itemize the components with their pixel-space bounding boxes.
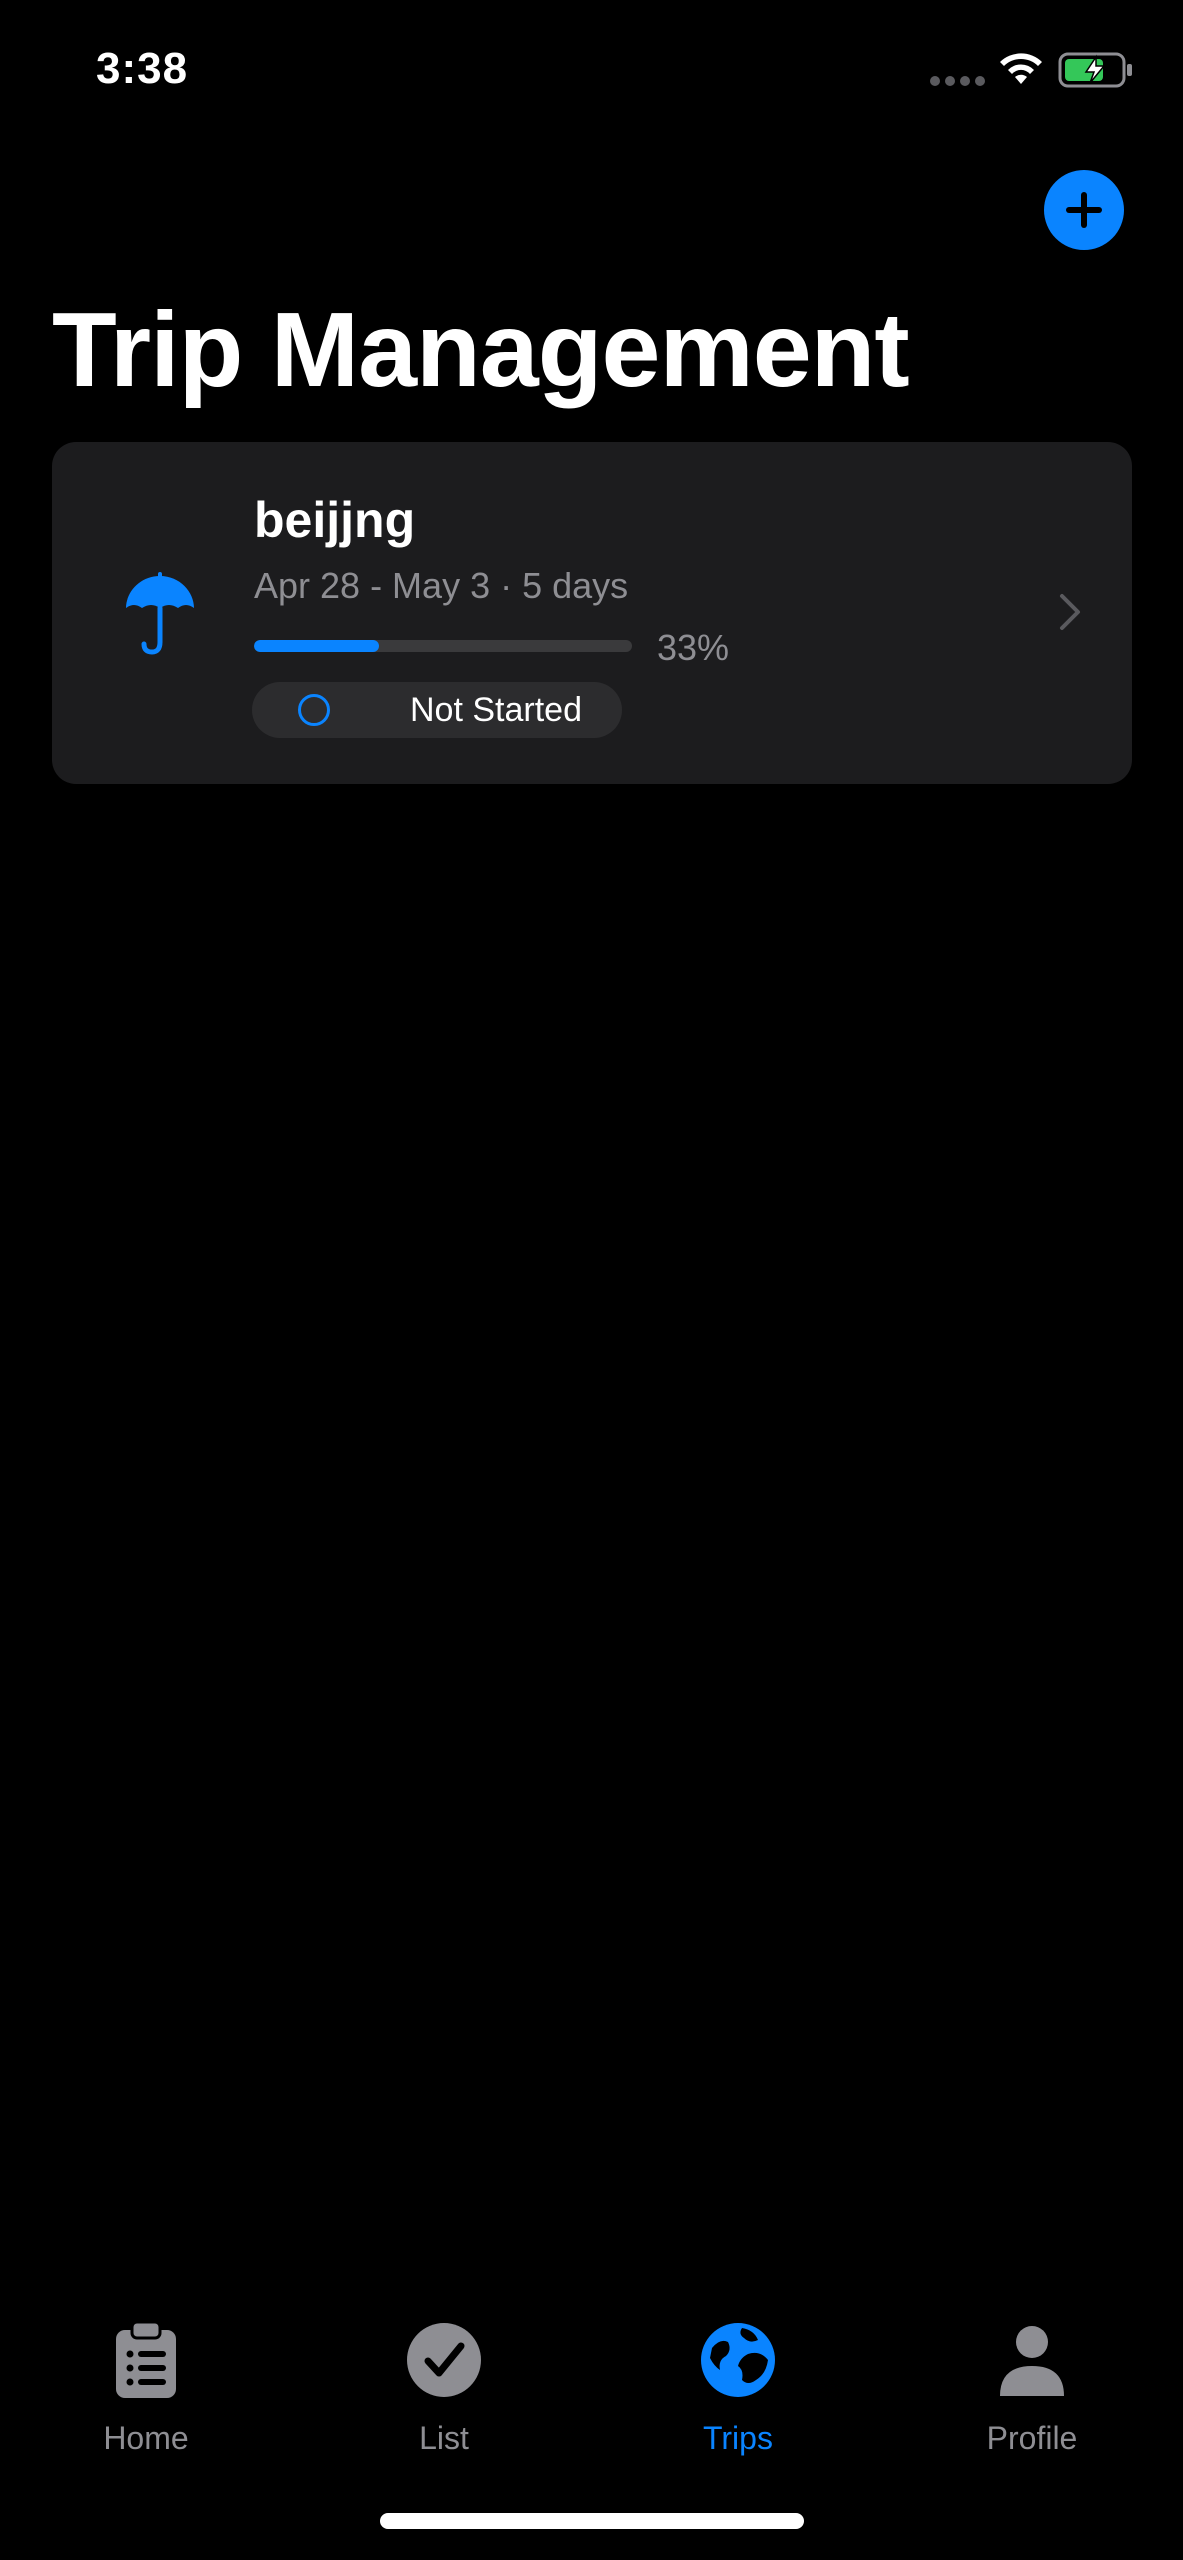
trip-management-screen: 3:38 Trip Management beijjng Apr 28 - Ma…	[0, 0, 1183, 2560]
trip-progress-bar	[254, 640, 632, 652]
trip-card[interactable]: beijjng Apr 28 - May 3 · 5 days 33% Not …	[52, 442, 1132, 784]
add-trip-button[interactable]	[1044, 170, 1124, 250]
tab-trips-label: Trips	[703, 2420, 773, 2456]
tab-bar: Home List Trips Profile	[0, 2300, 1183, 2480]
globe-icon	[701, 2323, 775, 2397]
tab-home-label: Home	[103, 2420, 189, 2456]
tab-list[interactable]: List	[344, 2300, 544, 2480]
status-badge: Not Started	[252, 682, 622, 738]
status-label: Not Started	[410, 691, 582, 729]
status-circle-icon	[298, 694, 330, 726]
person-icon	[1000, 2326, 1064, 2396]
home-indicator[interactable]	[380, 2513, 804, 2529]
status-time: 3:38	[96, 44, 189, 93]
wifi-icon	[1000, 53, 1042, 84]
tab-profile[interactable]: Profile	[932, 2300, 1132, 2480]
tab-profile-label: Profile	[986, 2420, 1078, 2456]
page-title: Trip Management	[52, 291, 910, 409]
trip-progress-label: 33%	[657, 627, 730, 668]
cellular-signal-icon	[930, 76, 985, 86]
trip-name: beijjng	[254, 492, 416, 548]
trip-dates: Apr 28 - May 3 · 5 days	[254, 565, 629, 606]
umbrella-icon	[126, 572, 194, 655]
tab-home[interactable]: Home	[46, 2300, 246, 2480]
clipboard-icon	[116, 2320, 176, 2398]
tab-list-label: List	[419, 2420, 469, 2456]
battery-charging-icon	[1058, 52, 1132, 88]
plus-icon	[1066, 192, 1102, 228]
trip-progress-fill	[254, 640, 379, 652]
tab-trips[interactable]: Trips	[638, 2300, 838, 2480]
checkmark-circle-icon	[407, 2323, 481, 2397]
status-bar: 3:38	[0, 0, 1183, 140]
chevron-right-icon	[1060, 594, 1080, 630]
